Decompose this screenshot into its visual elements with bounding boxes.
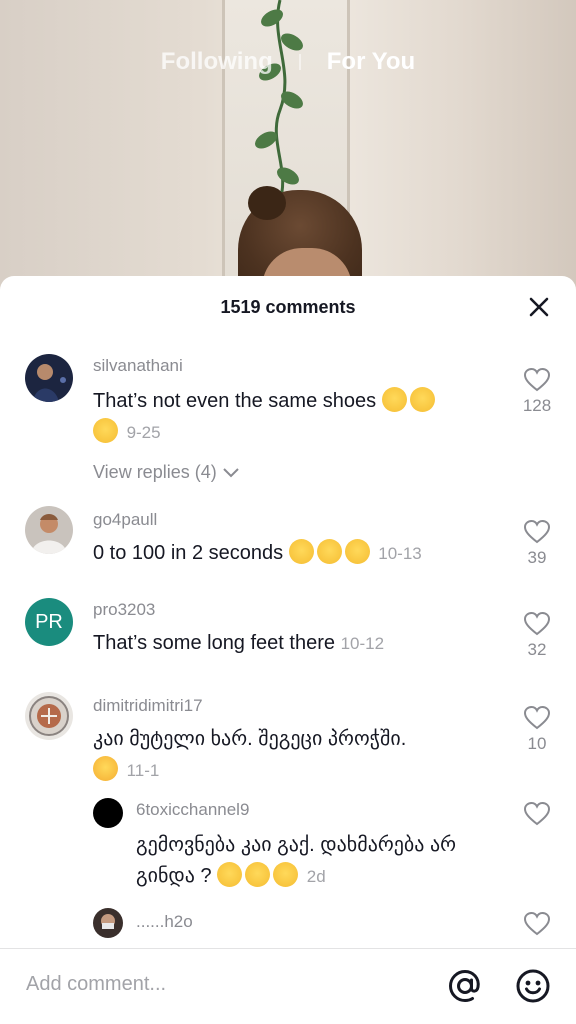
comment-input-bar xyxy=(0,948,576,1024)
add-comment-input[interactable] xyxy=(26,973,406,996)
comment-text-content: 0 to 100 in 2 seconds xyxy=(93,542,284,564)
heart-outline-icon xyxy=(524,368,550,392)
video-vine-decoration xyxy=(255,0,303,200)
like-count: 128 xyxy=(522,396,552,415)
reply-text: გემოვნება კაი გაქ. დახმარება არ გინდა ? … xyxy=(136,830,516,892)
tears-of-joy-emoji-icon xyxy=(217,862,243,887)
avatar[interactable] xyxy=(25,506,73,554)
comment-username[interactable]: go4paull xyxy=(93,510,157,530)
comments-list[interactable]: silvanathani That’s not even the same sh… xyxy=(0,338,576,950)
video-person-bun xyxy=(248,186,286,220)
tab-for-you[interactable]: For You xyxy=(327,48,415,76)
comment-text-content: That’s some long feet there xyxy=(93,632,335,654)
reply-avatar[interactable] xyxy=(93,798,123,828)
close-icon[interactable] xyxy=(528,296,550,318)
comment-timestamp: 10-13 xyxy=(378,544,422,563)
comment-text: That’s some long feet there 10-12 xyxy=(93,628,493,659)
comments-count-title: 1519 comments xyxy=(220,296,356,317)
comment-text-content: კაი მუტელი ხარ. შეგეცი პროჭში. xyxy=(93,728,407,750)
tears-of-joy-emoji-icon xyxy=(273,862,299,887)
smirk-emoji-icon xyxy=(316,539,342,564)
like-button[interactable] xyxy=(522,802,552,826)
at-sign-icon[interactable] xyxy=(446,967,484,1005)
chevron-down-icon xyxy=(223,468,239,478)
eye-roll-emoji-icon xyxy=(93,418,118,443)
top-nav: Following For You xyxy=(0,48,576,76)
sheet-header: 1519 comments xyxy=(0,276,576,338)
avatar[interactable] xyxy=(25,692,73,740)
eye-roll-emoji-icon xyxy=(381,387,407,412)
reply-username[interactable]: 6toxicchannel9 xyxy=(136,800,249,820)
reply-avatar[interactable] xyxy=(93,908,123,938)
tab-separator xyxy=(298,54,301,70)
eye-roll-emoji-icon xyxy=(409,387,435,412)
grin-emoji-icon xyxy=(344,539,370,564)
like-count: 10 xyxy=(527,734,547,753)
avatar[interactable] xyxy=(25,354,73,402)
heart-outline-icon xyxy=(524,520,550,544)
reply-timestamp: 2d xyxy=(306,867,326,886)
heart-outline-icon xyxy=(524,912,550,936)
comment-text-content: That’s not even the same shoes xyxy=(93,390,377,412)
like-count: 32 xyxy=(527,640,547,659)
like-count: 39 xyxy=(527,548,547,567)
grimace-emoji-icon xyxy=(288,539,314,564)
comment-text: კაი მუტელი ხარ. შეგეცი პროჭში. 11-1 xyxy=(93,724,493,786)
like-button[interactable]: 39 xyxy=(522,520,552,568)
smiling-face-with-hearts-emoji-icon xyxy=(93,756,118,781)
view-replies-button[interactable]: View replies (4) xyxy=(93,462,240,483)
like-button[interactable]: 32 xyxy=(522,612,552,660)
heart-outline-icon xyxy=(524,612,550,636)
tears-of-joy-emoji-icon xyxy=(245,862,271,887)
tab-following[interactable]: Following xyxy=(161,48,273,76)
reply-username[interactable]: ......h2o xyxy=(136,912,193,932)
comment-username[interactable]: dimitridimitri17 xyxy=(93,696,203,716)
like-button[interactable]: 10 xyxy=(522,706,552,754)
heart-outline-icon xyxy=(524,802,550,826)
comment-username[interactable]: silvanathani xyxy=(93,356,183,376)
view-replies-label: View replies (4) xyxy=(93,462,217,482)
like-button[interactable] xyxy=(522,912,552,936)
heart-outline-icon xyxy=(524,706,550,730)
smiley-icon[interactable] xyxy=(514,967,552,1005)
comment-timestamp: 10-12 xyxy=(340,634,385,653)
avatar[interactable]: PR xyxy=(25,598,73,646)
comments-sheet: 1519 comments silvanathani That’s not ev… xyxy=(0,276,576,1024)
comment-username[interactable]: pro3203 xyxy=(93,600,155,620)
avatar-initials: PR xyxy=(35,610,63,633)
comment-text: 0 to 100 in 2 seconds 10-13 xyxy=(93,538,493,569)
video-background[interactable] xyxy=(0,0,576,290)
comment-text: That’s not even the same shoes 9-25 xyxy=(93,386,493,448)
like-button[interactable]: 128 xyxy=(522,368,552,416)
comment-timestamp: 11-1 xyxy=(126,761,160,780)
comment-timestamp: 9-25 xyxy=(126,423,161,442)
